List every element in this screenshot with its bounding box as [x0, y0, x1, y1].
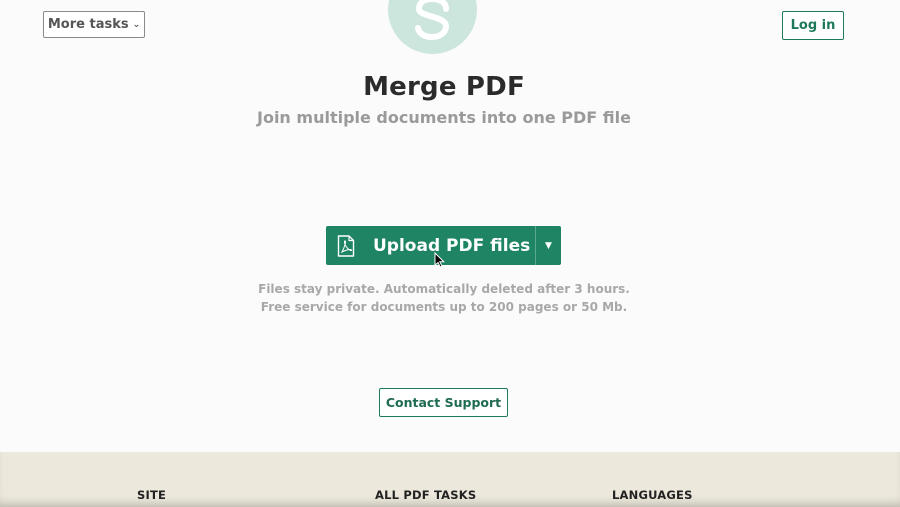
- mouse-cursor-icon: [434, 251, 446, 268]
- privacy-line-2: Free service for documents up to 200 pag…: [260, 300, 628, 314]
- caret-down-icon: ▼: [545, 240, 552, 251]
- more-tasks-label: More tasks: [47, 17, 129, 32]
- page-title: Merge PDF: [363, 72, 525, 102]
- page-subtitle: Join multiple documents into one PDF fil…: [257, 108, 631, 127]
- chevron-down-icon: ⌄: [132, 20, 141, 30]
- login-button[interactable]: Log in: [782, 11, 844, 40]
- pdf-file-icon: [337, 234, 355, 257]
- logo-s-icon: [388, 0, 477, 54]
- privacy-note: Files stay private. Automatically delete…: [0, 280, 888, 316]
- footer-heading-all-pdf-tasks: ALL PDF TASKS: [375, 488, 477, 502]
- sejda-logo[interactable]: [388, 0, 477, 54]
- upload-options-dropdown[interactable]: ▼: [536, 226, 561, 265]
- footer: SITE ALL PDF TASKS LANGUAGES: [0, 452, 900, 507]
- footer-heading-languages: LANGUAGES: [612, 488, 693, 502]
- contact-support-button[interactable]: Contact Support: [379, 388, 508, 417]
- upload-pdf-button[interactable]: Upload PDF files: [326, 226, 535, 265]
- privacy-line-1: Files stay private. Automatically delete…: [258, 282, 630, 296]
- upload-button-label: Upload PDF files: [373, 235, 531, 256]
- footer-heading-site: SITE: [137, 488, 167, 502]
- more-tasks-button[interactable]: More tasks ⌄: [43, 11, 145, 38]
